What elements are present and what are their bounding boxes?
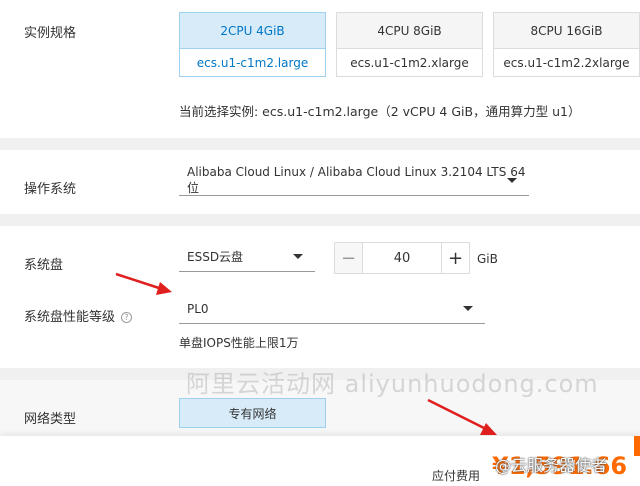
arrow-annotation-icon	[115, 272, 497, 435]
